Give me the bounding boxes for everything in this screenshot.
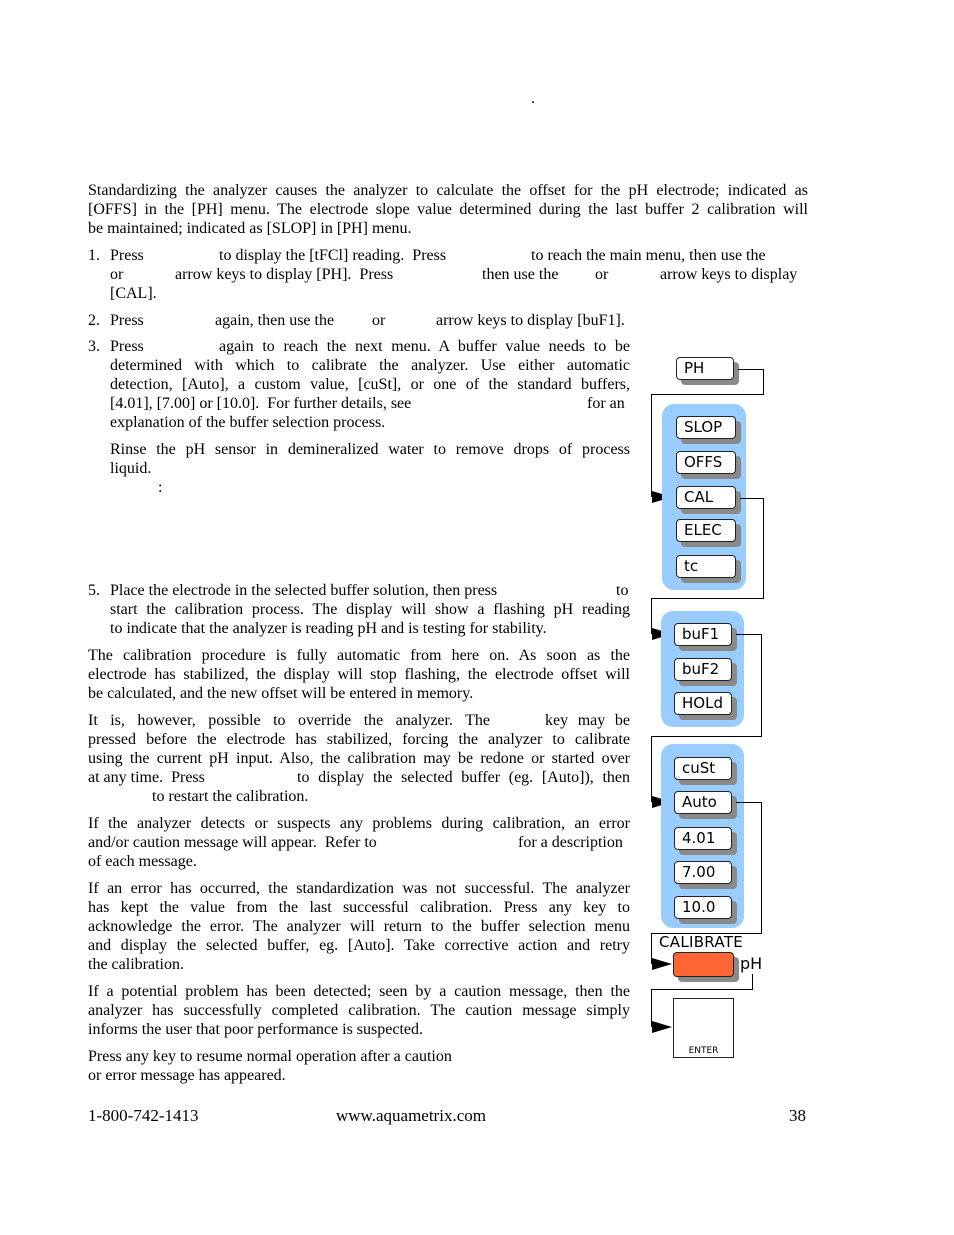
connector-line <box>763 369 764 395</box>
step-text: to display the [tFCl] reading. Press <box>219 247 447 264</box>
intro-line: [OFFS] in the [PH] menu. The electrode s… <box>88 201 808 218</box>
page-number: 38 <box>789 1106 806 1125</box>
step-text: start the calibration process. The displ… <box>110 601 630 618</box>
step-text: again, then use the <box>215 312 335 329</box>
connector-line <box>651 394 764 395</box>
intro-line: Standardizing the analyzer causes the an… <box>88 182 808 199</box>
paragraph-line: Press any key to resume normal operation… <box>88 1048 452 1065</box>
step-text: to reach the main menu, then use the <box>531 247 766 264</box>
connector-line <box>761 802 762 934</box>
paragraph-line: and/or caution message will appear. Refe… <box>88 834 377 851</box>
paragraph-line: informs the user that poor performance i… <box>88 1021 424 1038</box>
step-number: 3. <box>88 338 100 355</box>
connector-line <box>651 736 652 802</box>
enter-key: ENTER <box>673 998 734 1058</box>
step-text: arrow keys to display [PH]. Press <box>175 266 394 283</box>
menu-key-elec: ELEC <box>676 519 736 542</box>
paragraph-line: If the analyzer detects or suspects any … <box>88 815 630 832</box>
menu-key-tc: tc <box>676 555 736 578</box>
connector-line <box>752 974 753 990</box>
ph-unit-label: pH <box>740 954 763 973</box>
paragraph-line: has kept the value from the last success… <box>88 899 630 916</box>
step-text: liquid. <box>110 460 152 477</box>
step-text: then use the <box>482 266 559 283</box>
menu-key-slop: SLOP <box>676 416 736 439</box>
step-text: Place the electrode in the selected buff… <box>110 582 498 599</box>
paragraph-line: If a potential problem has been detected… <box>88 983 630 1000</box>
paragraph-line: or error message has appeared. <box>88 1067 286 1084</box>
paragraph-line: and display the selected buffer, eg. [Au… <box>88 937 630 954</box>
header-mark: . <box>531 90 535 107</box>
arrow-right-icon <box>652 958 672 970</box>
step-text: to indicate that the analyzer is reading… <box>110 620 547 637</box>
footer-phone: 1-800-742-1413 <box>88 1106 199 1125</box>
step-text: for an <box>587 395 625 412</box>
step-text: [4.01], [7.00] or [10.0]. For further de… <box>110 395 412 412</box>
step-text: or <box>595 266 609 283</box>
menu-key-buf1: buF1 <box>674 623 732 646</box>
connector-line <box>738 369 764 370</box>
paragraph-line: electrode has stabilized, the display wi… <box>88 666 630 683</box>
step-number: 2. <box>88 312 100 329</box>
calibrate-label: CALIBRATE <box>659 933 744 951</box>
paragraph-line: using the current pH input. Also, the ca… <box>88 750 630 767</box>
paragraph-line: It is, however, possible to override the… <box>88 712 490 729</box>
step-text: [CAL]. <box>110 285 157 302</box>
connector-line <box>736 802 762 803</box>
step-text: detection, [Auto], a custom value, [cuSt… <box>110 376 630 393</box>
menu-key-hold: HOLd <box>674 692 732 715</box>
intro-line: be maintained; indicated as [SLOP] in [P… <box>88 220 412 237</box>
connector-line <box>651 598 764 599</box>
ph-display <box>673 952 734 977</box>
connector-line <box>651 736 762 737</box>
step-number: 1. <box>88 247 100 264</box>
connector-line <box>651 989 753 990</box>
menu-key-ph: PH <box>676 357 734 380</box>
footer-website[interactable]: www.aquametrix.com <box>336 1106 486 1125</box>
step-text: Rinse the pH sensor in demineralized wat… <box>110 441 630 458</box>
menu-key-auto: Auto <box>674 791 732 814</box>
menu-key-offs: OFFS <box>676 451 736 474</box>
step-text: to <box>616 582 629 599</box>
paragraph-line: for a description <box>518 834 623 851</box>
step-text: arrow keys to display [buF1]. <box>436 312 625 329</box>
paragraph-line: If an error has occurred, the standardiz… <box>88 880 630 897</box>
connector-line <box>761 634 762 737</box>
arrow-right-icon <box>652 1021 672 1033</box>
enter-key-label: ENTER <box>688 1046 719 1056</box>
paragraph-line: The calibration procedure is fully autom… <box>88 647 630 664</box>
paragraph-line: at any time. Press <box>88 769 205 786</box>
menu-key-700: 7.00 <box>674 861 732 884</box>
paragraph-line: of each message. <box>88 853 197 870</box>
menu-key-cust: cuSt <box>674 757 732 780</box>
paragraph-line: analyzer has successfully completed cali… <box>88 1002 630 1019</box>
connector-line <box>763 498 764 599</box>
step-text: Press <box>110 247 144 264</box>
step-text: : <box>158 479 163 496</box>
paragraph-line: key may be <box>545 712 630 729</box>
menu-key-401: 4.01 <box>674 827 732 850</box>
connector-line <box>736 634 762 635</box>
step-text: explanation of the buffer selection proc… <box>110 414 386 431</box>
step-text: Press <box>110 312 144 329</box>
menu-key-cal: CAL <box>676 486 736 509</box>
paragraph-line: acknowledge the error. The analyzer will… <box>88 918 630 935</box>
step-text: Press <box>110 338 144 355</box>
step-text: determined with which to calibrate the a… <box>110 357 630 374</box>
step-text: or <box>372 312 386 329</box>
menu-key-buf2: buF2 <box>674 658 732 681</box>
paragraph-line: to display the selected buffer (eg. [Aut… <box>297 769 630 786</box>
paragraph-line: the calibration. <box>88 956 184 973</box>
paragraph-line: to restart the calibration. <box>152 788 309 805</box>
step-text: or <box>110 266 124 283</box>
menu-key-100: 10.0 <box>674 896 732 919</box>
connector-line <box>740 498 764 499</box>
paragraph-line: be calculated, and the new offset will b… <box>88 685 474 702</box>
step-number: 5. <box>88 582 100 599</box>
step-text: again to reach the next menu. A buffer v… <box>219 338 630 355</box>
paragraph-line: pressed before the electrode has stabili… <box>88 731 630 748</box>
connector-line <box>651 394 652 497</box>
step-text: arrow keys to display <box>660 266 798 283</box>
